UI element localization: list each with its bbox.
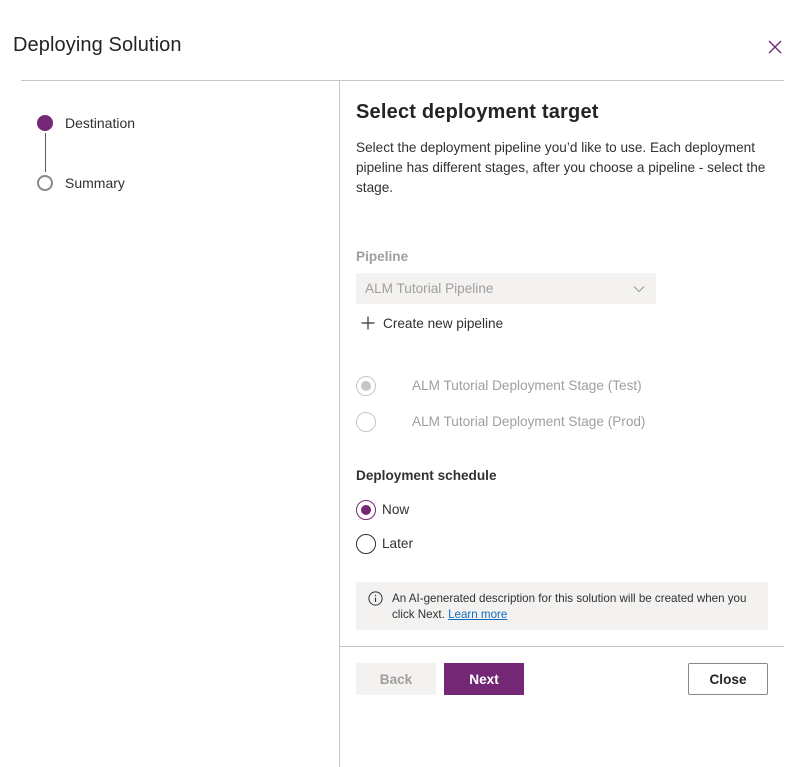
section-description: Select the deployment pipeline you’d lik… — [356, 140, 766, 195]
stage-prod-label: ALM Tutorial Deployment Stage (Prod) — [412, 414, 646, 429]
info-icon — [368, 591, 383, 611]
create-new-pipeline-label: Create new pipeline — [383, 315, 504, 331]
create-new-pipeline-button[interactable]: Create new pipeline — [360, 315, 503, 331]
schedule-later-label: Later — [382, 536, 413, 551]
step-summary-indicator — [37, 175, 53, 191]
plus-icon — [360, 315, 376, 331]
radio-dot — [361, 505, 371, 515]
pipeline-dropdown-value: ALM Tutorial Pipeline — [365, 281, 494, 296]
vertical-divider — [339, 81, 340, 767]
step-connector — [45, 133, 46, 172]
info-text: An AI-generated description for this sol… — [392, 591, 762, 623]
schedule-now-radio[interactable] — [356, 500, 376, 520]
dialog-title: Deploying Solution — [13, 34, 182, 56]
stage-test-radio[interactable] — [356, 376, 376, 396]
learn-more-link[interactable]: Learn more — [448, 608, 507, 621]
back-button[interactable]: Back — [356, 663, 436, 695]
next-button[interactable]: Next — [444, 663, 524, 695]
step-destination-label: Destination — [65, 115, 136, 131]
stage-test-label: ALM Tutorial Deployment Stage (Test) — [412, 378, 642, 393]
chevron-down-icon — [632, 282, 646, 301]
schedule-now-label: Now — [382, 502, 410, 517]
close-icon[interactable] — [766, 38, 784, 56]
pipeline-label: Pipeline — [356, 249, 409, 264]
step-summary-label: Summary — [65, 175, 125, 191]
info-message-bar: An AI-generated description for this sol… — [356, 582, 768, 630]
close-button[interactable]: Close — [688, 663, 768, 695]
deployment-schedule-label: Deployment schedule — [356, 468, 497, 483]
header-divider — [21, 80, 784, 81]
radio-dot — [361, 381, 371, 391]
schedule-later-radio[interactable] — [356, 534, 376, 554]
stage-prod-radio[interactable] — [356, 412, 376, 432]
info-message: An AI-generated description for this sol… — [392, 592, 747, 621]
pipeline-dropdown[interactable]: ALM Tutorial Pipeline — [356, 273, 656, 304]
step-destination-indicator — [37, 115, 53, 131]
footer-divider — [340, 646, 784, 647]
section-title: Select deployment target — [356, 101, 599, 123]
